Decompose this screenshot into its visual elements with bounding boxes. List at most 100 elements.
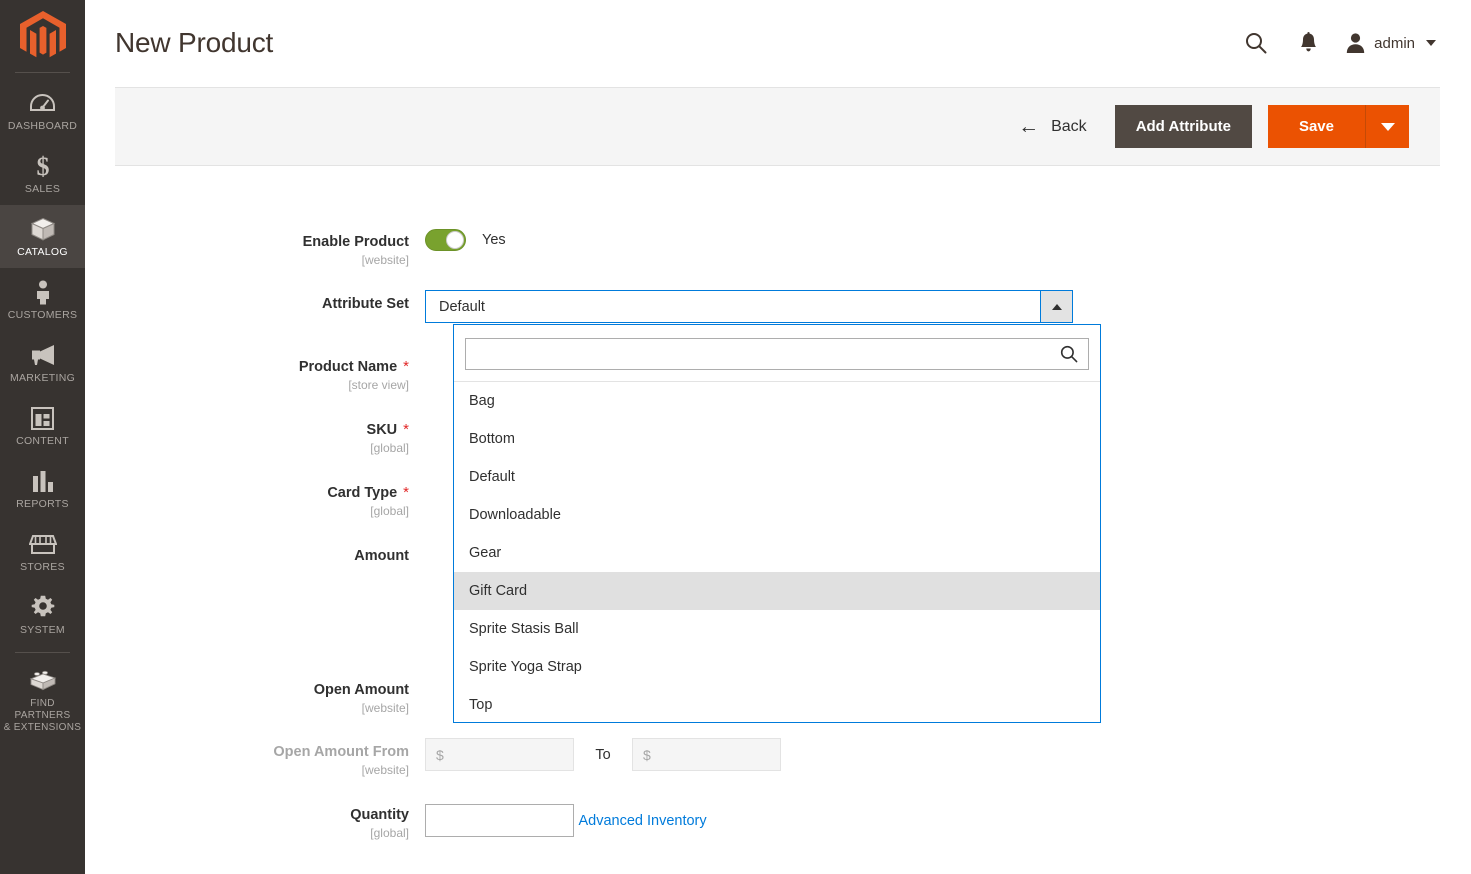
attribute-set-select[interactable]: Default — [425, 290, 1073, 323]
gear-icon — [2, 594, 83, 620]
attribute-set-dropdown-panel: Bag Bottom Default Downloadable Gear Gif… — [453, 324, 1101, 723]
product-name-label: Product Name — [299, 358, 397, 376]
arrow-left-icon: ← — [1018, 119, 1039, 135]
sidebar-item-label: STORES — [2, 561, 83, 573]
attribute-set-selected-value[interactable]: Default — [426, 291, 1040, 322]
magento-logo-icon — [20, 11, 66, 61]
save-button[interactable]: Save — [1268, 105, 1365, 148]
admin-sidebar: DASHBOARD $ SALES CATALOG — [0, 0, 85, 874]
add-attribute-button[interactable]: Add Attribute — [1115, 105, 1252, 148]
sidebar-item-system[interactable]: SYSTEM — [0, 583, 85, 646]
dropdown-option[interactable]: Sprite Yoga Strap — [454, 648, 1100, 686]
sidebar-item-label: CUSTOMERS — [2, 309, 83, 321]
field-control-col: Advanced Inventory — [425, 801, 707, 841]
toggle-knob — [446, 231, 464, 249]
field-label-col: Open Amount [website] — [85, 676, 425, 716]
person-icon — [2, 279, 83, 305]
sidebar-item-label-line1: FIND PARTNERS — [2, 698, 83, 722]
open-amount-label: Open Amount — [314, 681, 409, 699]
enable-product-toggle[interactable] — [425, 229, 466, 251]
amount-label: Amount — [354, 547, 409, 565]
field-sku: SKU* [global] — [85, 416, 425, 456]
field-label-col: Open Amount From [website] — [85, 738, 425, 778]
page-title: New Product — [115, 27, 273, 59]
sidebar-item-label: DASHBOARD — [2, 120, 83, 132]
search-icon — [1245, 32, 1267, 54]
field-label-col: Quantity [global] — [85, 801, 425, 841]
bell-icon — [1299, 32, 1318, 54]
magento-logo[interactable] — [0, 0, 85, 72]
sidebar-item-catalog[interactable]: CATALOG — [0, 205, 85, 268]
back-button-label: Back — [1051, 118, 1087, 136]
global-search-button[interactable] — [1230, 27, 1282, 59]
field-enable-product: Enable Product [website] Yes — [85, 228, 506, 268]
open-amount-from-input[interactable] — [425, 738, 574, 771]
dropdown-option[interactable]: Gear — [454, 534, 1100, 572]
quantity-label: Quantity — [350, 806, 409, 824]
dropdown-option[interactable]: Default — [454, 458, 1100, 496]
sku-scope: [global] — [85, 440, 409, 456]
sidebar-item-label: SALES — [2, 183, 83, 195]
field-open-amount: Open Amount [website] — [85, 676, 425, 716]
sidebar-item-find-partners-extensions[interactable]: FIND PARTNERS & EXTENSIONS — [0, 657, 85, 744]
range-separator-label: To — [574, 747, 632, 763]
page-actions-bar: ← Back Add Attribute Save — [115, 87, 1440, 166]
sidebar-item-label: REPORTS — [2, 498, 83, 510]
layout-page-icon — [2, 405, 83, 431]
field-card-type: Card Type* [global] — [85, 479, 425, 519]
open-amount-from-scope: [website] — [85, 762, 409, 778]
enable-product-toggle-state: Yes — [482, 232, 506, 248]
advanced-inventory-link[interactable]: Advanced Inventory — [578, 813, 706, 829]
sidebar-item-label: SYSTEM — [2, 624, 83, 636]
sidebar-item-content[interactable]: CONTENT — [0, 394, 85, 457]
user-avatar-icon — [1346, 33, 1365, 53]
dropdown-option[interactable]: Sprite Stasis Ball — [454, 610, 1100, 648]
enable-product-label: Enable Product — [303, 233, 409, 251]
dropdown-options-list: Bag Bottom Default Downloadable Gear Gif… — [454, 382, 1100, 724]
dropdown-option[interactable]: Top — [454, 686, 1100, 724]
chevron-down-icon — [1426, 40, 1436, 46]
open-amount-from-label: Open Amount From — [273, 743, 409, 761]
save-options-button[interactable] — [1365, 105, 1409, 148]
attribute-set-label: Attribute Set — [322, 295, 409, 313]
sidebar-item-dashboard[interactable]: DASHBOARD — [0, 79, 85, 142]
bar-chart-icon — [2, 468, 83, 494]
required-marker: * — [403, 358, 409, 375]
enable-product-toggle-wrap: Yes — [425, 228, 506, 251]
admin-menu[interactable]: admin — [1346, 33, 1436, 53]
sidebar-item-reports[interactable]: REPORTS — [0, 457, 85, 520]
attribute-set-toggle-arrow[interactable] — [1040, 291, 1072, 322]
card-type-scope: [global] — [85, 503, 409, 519]
storefront-icon — [2, 531, 83, 557]
dropdown-search-input[interactable] — [465, 338, 1089, 370]
sidebar-divider-bottom — [15, 652, 70, 653]
page-header: New Product admin — [85, 0, 1471, 86]
product-name-scope: [store view] — [85, 377, 409, 393]
sidebar-item-label: CATALOG — [2, 246, 83, 258]
box-icon — [2, 216, 83, 242]
card-type-label: Card Type — [327, 484, 397, 502]
svg-text:$: $ — [36, 153, 49, 179]
field-control-col: To — [425, 738, 781, 778]
back-button[interactable]: ← Back — [1008, 112, 1097, 142]
sku-label: SKU — [367, 421, 398, 439]
sidebar-item-marketing[interactable]: MARKETING — [0, 331, 85, 394]
notifications-button[interactable] — [1282, 27, 1334, 59]
open-amount-to-input[interactable] — [632, 738, 781, 771]
sidebar-item-sales[interactable]: $ SALES — [0, 142, 85, 205]
sidebar-item-customers[interactable]: CUSTOMERS — [0, 268, 85, 331]
dropdown-option-selected[interactable]: Gift Card — [454, 572, 1100, 610]
field-control-col: Default — [425, 290, 1073, 323]
dropdown-option[interactable]: Bag — [454, 382, 1100, 420]
dropdown-option[interactable]: Bottom — [454, 420, 1100, 458]
triangle-up-icon — [1052, 304, 1062, 310]
dropdown-option[interactable]: Downloadable — [454, 496, 1100, 534]
field-open-amount-from: Open Amount From [website] To — [85, 738, 781, 778]
megaphone-icon — [2, 342, 83, 368]
sidebar-item-stores[interactable]: STORES — [0, 520, 85, 583]
field-label-col: Enable Product [website] — [85, 228, 425, 268]
field-attribute-set: Attribute Set Default — [85, 290, 1073, 323]
field-amount: Amount — [85, 542, 425, 565]
quantity-input[interactable] — [425, 804, 574, 837]
save-button-group: Save — [1268, 105, 1409, 148]
